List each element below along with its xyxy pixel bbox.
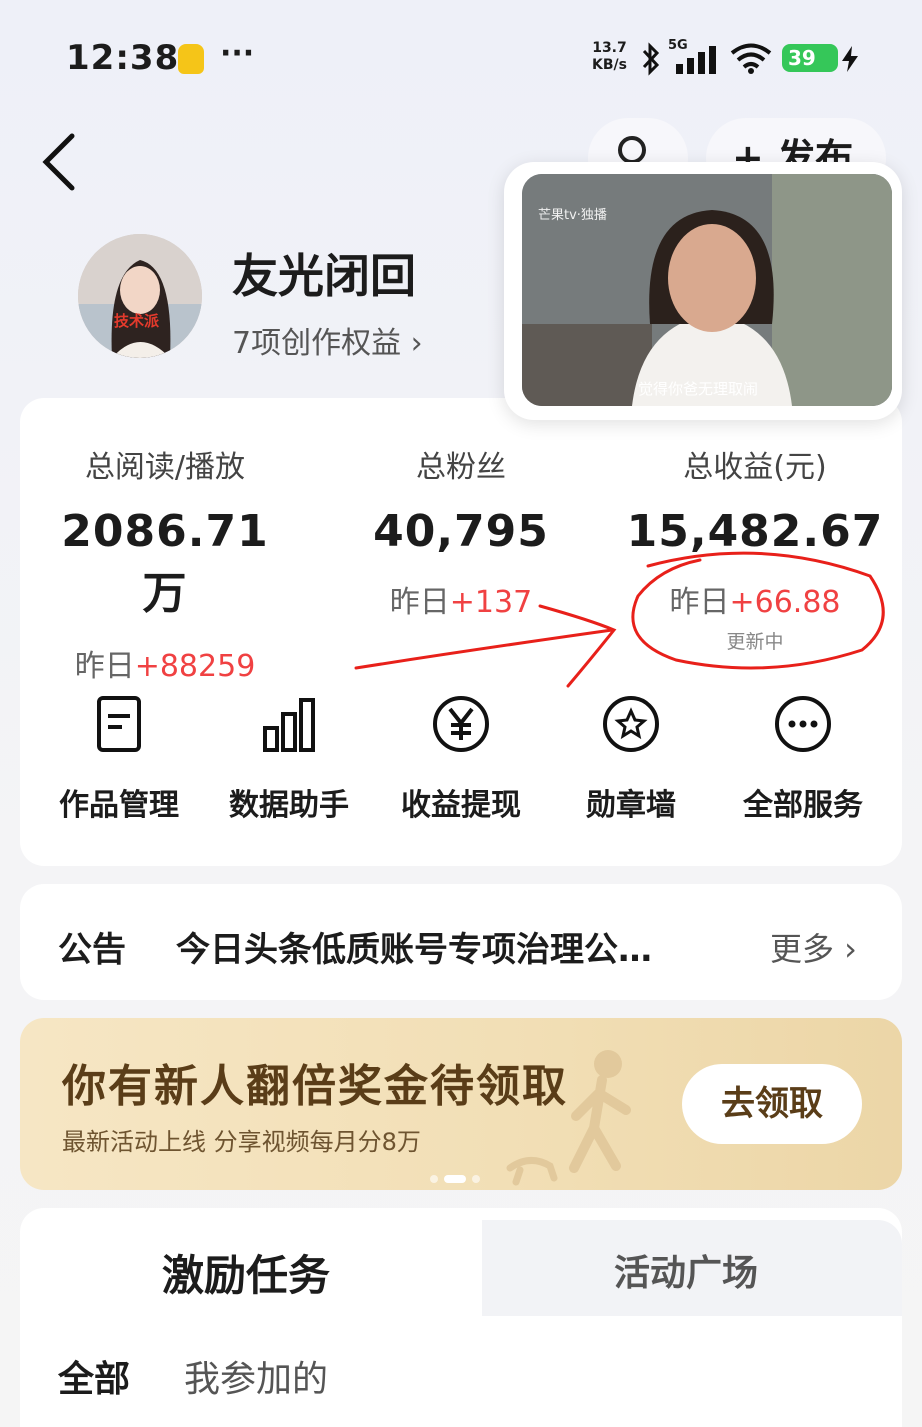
bar-chart-icon xyxy=(263,698,315,752)
carousel-dot xyxy=(472,1175,480,1183)
app-notification-icon xyxy=(178,44,204,74)
more-icon xyxy=(775,696,831,752)
updating-note: 更新中 xyxy=(726,631,784,653)
filter-joined[interactable]: 我参加的 xyxy=(184,1350,328,1402)
service-works-manage[interactable]: 作品管理 xyxy=(34,694,204,824)
service-label: 数据助手 xyxy=(229,788,349,823)
claim-button[interactable]: 去领取 xyxy=(682,1064,862,1144)
stat-delta-value: +66.88 xyxy=(729,585,841,620)
service-label: 全部服务 xyxy=(743,788,863,823)
stat-value: 40,795 xyxy=(373,506,549,557)
carousel-dot xyxy=(430,1175,438,1183)
bluetooth-icon xyxy=(642,42,660,76)
stats-card: 总阅读/播放 2086.71万 昨日+88259 总粉丝 40,795 昨日+1… xyxy=(20,398,902,866)
stat-value: 2086.71万 xyxy=(61,506,269,619)
creator-rights-link[interactable]: 7项创作权益 › xyxy=(232,318,423,362)
stat-delta-value: +88259 xyxy=(134,649,256,684)
net-speed-unit: KB/s xyxy=(592,57,627,73)
battery-indicator: 39 xyxy=(782,44,838,72)
task-tabs-panel: 激励任务 活动广场 全部 我参加的 xyxy=(20,1208,902,1427)
avatar[interactable]: 技术派 xyxy=(78,234,202,358)
back-arrow-icon[interactable] xyxy=(40,132,80,192)
service-medal-wall[interactable]: 勋章墙 xyxy=(546,694,716,824)
announcement-bar[interactable]: 公告 今日头条低质账号专项治理公… 更多 › xyxy=(20,884,902,1000)
promo-banner[interactable]: 你有新人翻倍奖金待领取 最新活动上线 分享视频每月分8万 去领取 xyxy=(20,1018,902,1190)
banner-subtitle: 最新活动上线 分享视频每月分8万 xyxy=(62,1128,421,1156)
floating-video-player[interactable]: 芒果tv·独播 觉得你爸无理取闹 xyxy=(504,162,902,420)
tab-activity-plaza[interactable]: 活动广场 xyxy=(614,1244,758,1296)
carousel-dot-active xyxy=(444,1175,466,1183)
status-time: 12:38 xyxy=(66,38,180,78)
stat-delta: 昨日+137 xyxy=(336,577,586,621)
stat-label: 总阅读/播放 xyxy=(84,450,246,485)
signal-icon xyxy=(676,46,716,74)
net-speed-value: 13.7 xyxy=(592,40,627,56)
stat-label: 总粉丝 xyxy=(416,450,506,485)
video-subtitle: 觉得你爸无理取闹 xyxy=(638,380,759,398)
announcement-more-link[interactable]: 更多 › xyxy=(770,924,857,970)
medal-icon xyxy=(603,696,659,752)
stat-earnings[interactable]: 总收益(元) 15,482.67 昨日+66.88 更新中 xyxy=(620,442,890,654)
stat-delta: 昨日+66.88 xyxy=(620,577,890,621)
account-name: 友光闭回 xyxy=(232,249,416,303)
service-data-assistant[interactable]: 数据助手 xyxy=(204,694,374,824)
carousel-indicator xyxy=(430,1168,486,1187)
stat-delta-value: +137 xyxy=(449,585,533,620)
service-all[interactable]: 全部服务 xyxy=(718,694,888,824)
more-notifications-icon: ··· xyxy=(220,36,255,71)
yuan-icon xyxy=(433,696,489,752)
stat-delta-prefix: 昨日 xyxy=(669,585,730,620)
filter-all[interactable]: 全部 xyxy=(58,1350,130,1402)
stat-delta-prefix: 昨日 xyxy=(74,649,135,684)
stat-label: 总收益(元) xyxy=(683,450,827,485)
stat-fans[interactable]: 总粉丝 40,795 昨日+137 xyxy=(336,442,586,621)
service-label: 作品管理 xyxy=(59,788,179,823)
video-frame[interactable]: 芒果tv·独播 觉得你爸无理取闹 xyxy=(522,174,892,406)
charging-icon xyxy=(842,46,858,72)
wifi-icon xyxy=(730,43,772,74)
service-withdraw[interactable]: 收益提现 xyxy=(376,694,546,824)
stat-delta: 昨日+88259 xyxy=(40,641,290,685)
tab-incentive-tasks[interactable]: 激励任务 xyxy=(162,1242,330,1303)
stat-value: 15,482.67 xyxy=(626,506,884,557)
service-label: 勋章墙 xyxy=(586,788,676,823)
service-label: 收益提现 xyxy=(401,788,521,823)
announcement-text[interactable]: 今日头条低质账号专项治理公… xyxy=(176,922,652,971)
video-channel-logo: 芒果tv·独播 xyxy=(538,208,607,223)
net-speed: 13.7 KB/s xyxy=(592,40,627,74)
stat-reads[interactable]: 总阅读/播放 2086.71万 昨日+88259 xyxy=(40,442,290,685)
status-bar: 12:38 ··· 13.7 KB/s 5G 39 xyxy=(0,0,922,110)
services-grid: 作品管理 数据助手 收益提现 勋章墙 全部服务 xyxy=(20,694,902,834)
stat-delta-prefix: 昨日 xyxy=(389,585,450,620)
banner-title: 你有新人翻倍奖金待领取 xyxy=(62,1061,568,1112)
avatar-photo xyxy=(78,234,202,358)
document-icon xyxy=(97,696,141,752)
announcement-title: 公告 xyxy=(58,930,126,970)
avatar-watermark: 技术派 xyxy=(114,312,160,330)
